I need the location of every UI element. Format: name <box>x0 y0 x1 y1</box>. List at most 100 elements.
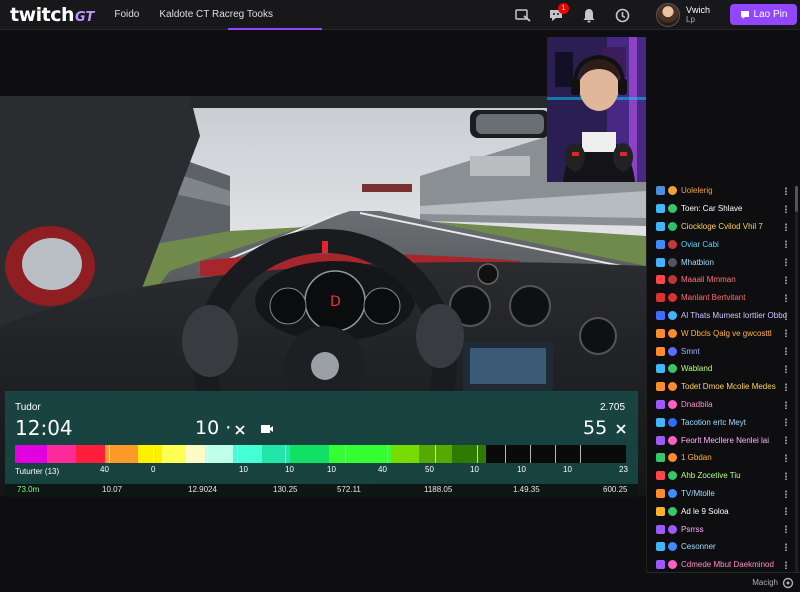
chat-message[interactable]: Mhatbion <box>647 253 800 271</box>
chat-message[interactable]: Feorlt Mecllere Nenlei lai <box>647 431 800 449</box>
user-status-icon <box>668 417 677 427</box>
chat-message[interactable]: Ciockloge Cvilod Vhil 7 <box>647 218 800 236</box>
message-more-icon[interactable] <box>785 400 787 409</box>
message-more-icon[interactable] <box>785 311 787 320</box>
chat-badge-icon <box>656 275 665 285</box>
svg-text:D: D <box>330 294 341 310</box>
chat-message-text: W Dbcls Qalg ve gwcosttl <box>681 328 772 338</box>
message-more-icon[interactable] <box>785 222 787 231</box>
scale-tick-label: 0 <box>151 465 156 474</box>
chat-message[interactable]: Oviar Cabi <box>647 235 800 253</box>
message-more-icon[interactable] <box>785 525 787 534</box>
bar-tick <box>477 445 478 463</box>
chat-message[interactable]: Todet Dmoe Mcolie Medes <box>647 378 800 396</box>
alerts-button[interactable] <box>578 4 600 26</box>
chat-message[interactable]: W Dbcls Qalg ve gwcosttl <box>647 324 800 342</box>
bar-tick <box>187 445 188 463</box>
twitch-logo[interactable]: twitch GT <box>10 4 94 26</box>
inbox-icon <box>515 9 531 22</box>
chat-settings-label[interactable]: Macigh <box>752 578 778 587</box>
message-more-icon[interactable] <box>785 418 787 427</box>
chat-message[interactable]: Tacotion ertc Meyt <box>647 413 800 431</box>
user-status-icon <box>668 506 677 516</box>
scale-tick-label: 10 <box>517 465 526 474</box>
get-bits-button[interactable]: Lao Pin <box>730 4 797 25</box>
message-more-icon[interactable] <box>785 258 787 267</box>
prime-button[interactable] <box>611 4 633 26</box>
chat-message[interactable]: Cesonner <box>647 538 800 556</box>
chat-message-text: Tacotion ertc Meyt <box>681 417 746 427</box>
user-menu[interactable]: Vwich Lp <box>656 3 710 27</box>
scale-tick-label: 23 <box>619 465 628 474</box>
chat-message[interactable]: TV/Mtolle <box>647 485 800 503</box>
chat-message[interactable]: Manlant Bertvitant <box>647 289 800 307</box>
user-status-icon <box>668 257 677 267</box>
chat-message[interactable]: Ad le 9 Soloa <box>647 502 800 520</box>
chat-message-text: Mhatbion <box>681 257 714 267</box>
telemetry-footer-value: 1.49.35 <box>513 485 540 494</box>
message-more-icon[interactable] <box>785 453 787 462</box>
bar-tick <box>285 445 286 463</box>
user-status-icon <box>668 542 677 552</box>
message-more-icon[interactable] <box>785 364 787 373</box>
chat-badge-icon <box>656 399 665 409</box>
bar-tick <box>435 445 436 463</box>
message-more-icon[interactable] <box>785 204 787 213</box>
chat-message[interactable]: Cdmede Mbut Daekminod <box>647 556 800 574</box>
message-more-icon[interactable] <box>785 542 787 551</box>
chat-badge-icon <box>656 346 665 356</box>
message-more-icon[interactable] <box>785 560 787 569</box>
scale-tick-label: 10 <box>563 465 572 474</box>
dismiss-icon <box>616 424 626 434</box>
chat-badge-icon <box>656 417 665 427</box>
chat-message[interactable]: Ahb Zocetive Tiu <box>647 467 800 485</box>
chat-message[interactable]: Dnadbila <box>647 396 800 414</box>
chat-badge-icon <box>656 204 665 214</box>
chat-message[interactable]: Maaali Mmman <box>647 271 800 289</box>
telemetry-footer-value: 130.25 <box>273 485 298 494</box>
chat-badge-icon <box>656 506 665 516</box>
telemetry-footer-value: 12.9024 <box>188 485 217 494</box>
chat-badge-icon <box>656 364 665 374</box>
message-more-icon[interactable] <box>785 347 787 356</box>
inbox-button[interactable] <box>512 4 534 26</box>
message-more-icon[interactable] <box>785 489 787 498</box>
chat-message-text: Psrrss <box>681 524 704 534</box>
nav-link-following[interactable]: Foido <box>114 9 139 20</box>
user-status-icon <box>668 239 677 249</box>
camera-icon <box>261 425 273 433</box>
chat-message[interactable]: Psrrss <box>647 520 800 538</box>
chat-footer: Macigh <box>646 572 800 592</box>
notifications-button[interactable]: 1 <box>545 3 569 26</box>
chat-message[interactable]: Uolelerig <box>647 182 800 200</box>
color-segment <box>76 445 105 463</box>
nav-link-browse[interactable]: Kaldote CT Racreg Tooks <box>159 9 273 20</box>
message-more-icon[interactable] <box>785 329 787 338</box>
color-segment <box>290 445 329 463</box>
color-segment <box>47 445 76 463</box>
chat-message[interactable]: Toen: Car Shlave <box>647 200 800 218</box>
message-more-icon[interactable] <box>785 382 787 391</box>
message-more-icon[interactable] <box>785 436 787 445</box>
message-more-icon[interactable] <box>785 187 787 195</box>
chat-message[interactable]: Smnt <box>647 342 800 360</box>
nav-icon-group: 1 <box>512 3 644 26</box>
message-more-icon[interactable] <box>785 293 787 302</box>
message-more-icon[interactable] <box>785 507 787 516</box>
speed-number: 10 · <box>195 417 232 439</box>
chat-message[interactable]: Wabland <box>647 360 800 378</box>
bar-tick <box>153 445 154 463</box>
bar-tick <box>237 445 238 463</box>
chat-message[interactable]: Al Thats Mumest lorttier Obbo <box>647 307 800 325</box>
chat-badge-icon <box>656 221 665 231</box>
message-more-icon[interactable] <box>785 275 787 284</box>
telemetry-footer-value: 10.07 <box>102 485 123 494</box>
scale-tick-label: 10 <box>285 465 294 474</box>
color-segment <box>204 445 234 463</box>
chat-message-text: Feorlt Mecllere Nenlei lai <box>681 435 770 445</box>
chat-message[interactable]: 1 Gbdan <box>647 449 800 467</box>
message-more-icon[interactable] <box>785 471 787 480</box>
scale-tick-label: 10 <box>470 465 479 474</box>
message-more-icon[interactable] <box>785 240 787 249</box>
settings-icon[interactable] <box>782 577 794 589</box>
